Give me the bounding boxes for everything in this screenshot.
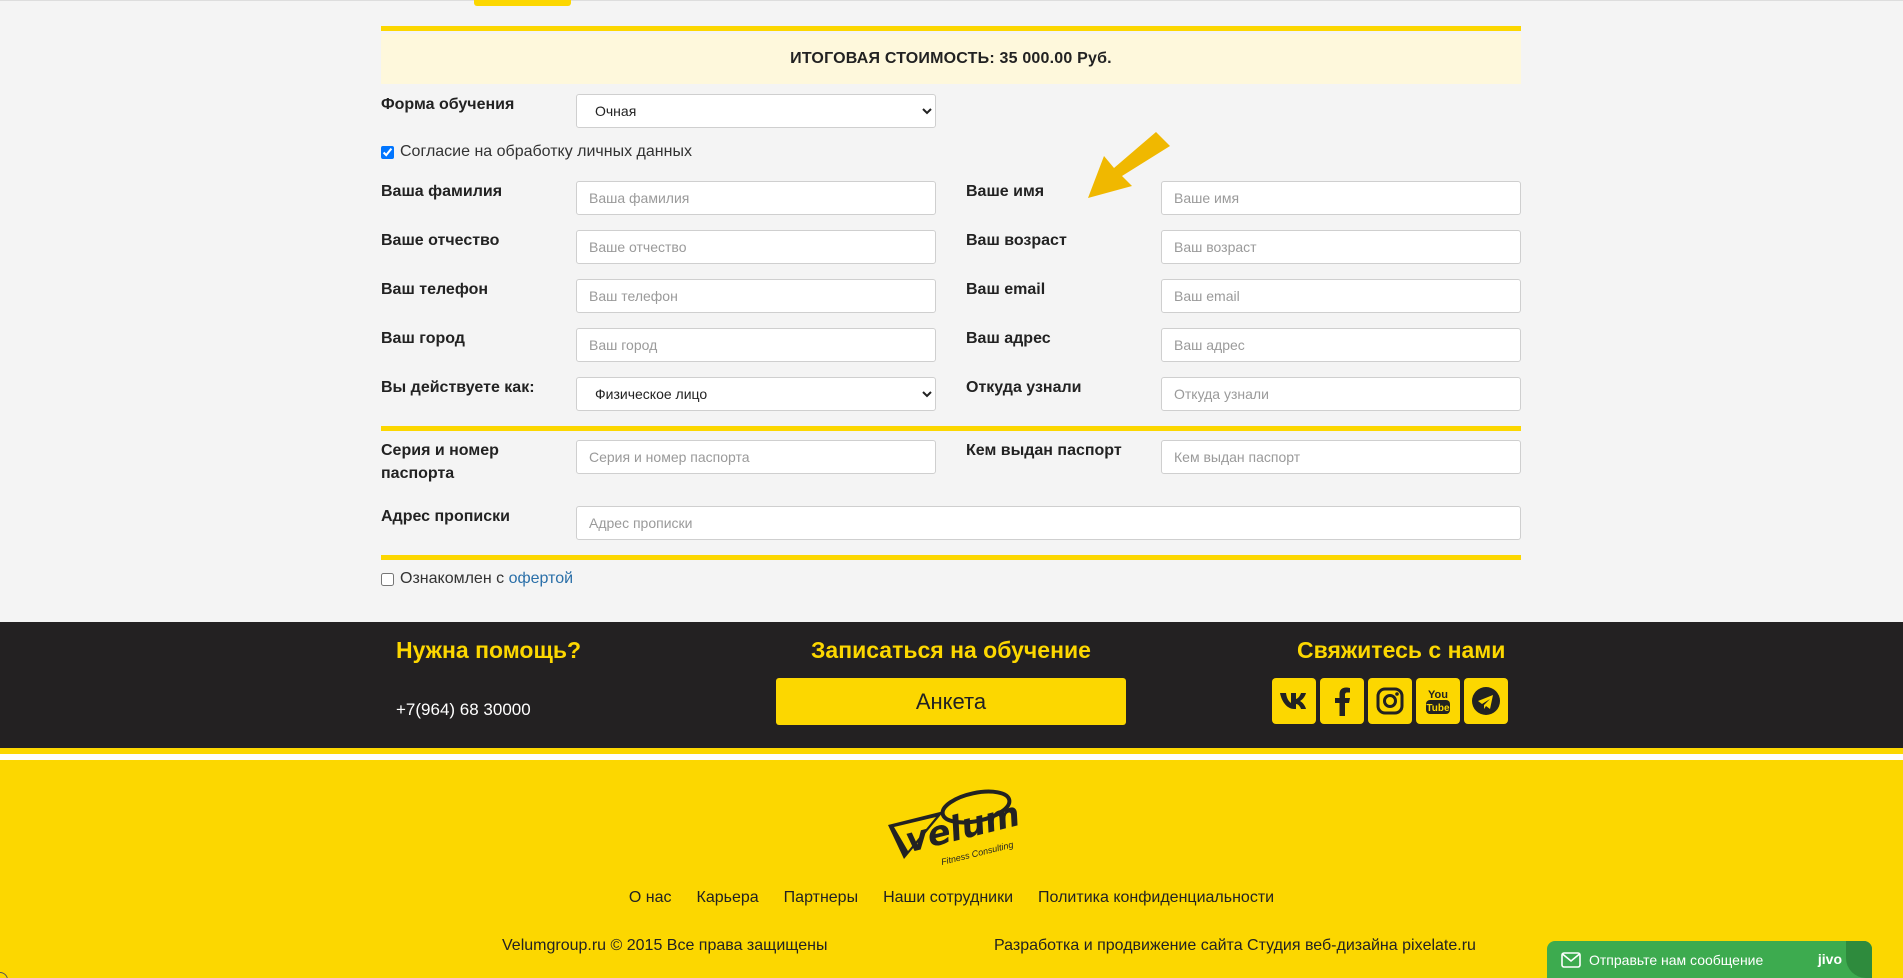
arrow-annotation-icon xyxy=(1088,132,1170,198)
footer-link-privacy[interactable]: Политика конфиденциальности xyxy=(1038,889,1274,907)
study-form-label: Форма обучения xyxy=(381,96,515,113)
name-input[interactable] xyxy=(1161,181,1521,215)
consent-checkbox[interactable] xyxy=(381,145,394,159)
help-phone[interactable]: +7(964) 68 30000 xyxy=(396,700,531,720)
help-title: Нужна помощь? xyxy=(396,637,582,663)
svg-text:Tube: Tube xyxy=(1426,703,1450,714)
source-input[interactable] xyxy=(1161,377,1521,411)
order-form: ИТОГОВАЯ СТОИМОСТЬ: 35 000.00 Руб. xyxy=(381,26,1521,84)
consent-checkbox-row[interactable]: Согласие на обработку личных данных xyxy=(381,143,692,161)
contact-title: Свяжитесь с нами xyxy=(1297,637,1506,663)
phone-input[interactable] xyxy=(576,279,936,313)
age-label: Ваш возраст xyxy=(966,232,1067,249)
passport-issuer-label: Кем выдан паспорт xyxy=(966,442,1122,459)
name-label: Ваше имя xyxy=(966,183,1045,200)
offer-prefix: Ознакомлен с xyxy=(400,570,509,587)
city-label: Ваш город xyxy=(381,330,465,347)
chat-label: Отправьте нам сообщение xyxy=(1589,951,1764,968)
email-label: Ваш email xyxy=(966,281,1046,298)
vk-icon[interactable] xyxy=(1272,678,1316,724)
consent-label: Согласие на обработку личных данных xyxy=(400,143,692,160)
city-input[interactable] xyxy=(576,328,936,362)
facebook-icon[interactable] xyxy=(1320,678,1364,724)
passport-number-label: Серия и номер паспорта xyxy=(381,442,499,482)
active-tab-indicator xyxy=(474,0,571,6)
study-form-select[interactable]: Очная xyxy=(576,94,936,128)
social-links: You Tube xyxy=(1272,678,1508,724)
chat-brand: jivo xyxy=(1817,951,1842,967)
age-input[interactable] xyxy=(1161,230,1521,264)
source-label: Откуда узнали xyxy=(966,379,1082,396)
patronymic-input[interactable] xyxy=(576,230,936,264)
signup-title: Записаться на обучение xyxy=(811,637,1091,663)
passport-number-input[interactable] xyxy=(576,440,936,474)
footer-nav: О нас Карьера Партнеры Наши сотрудники П… xyxy=(0,889,1903,907)
form-divider-middle xyxy=(381,426,1521,431)
passport-issuer-input[interactable] xyxy=(1161,440,1521,474)
offer-link[interactable]: офертой xyxy=(509,570,574,588)
phone-label: Ваш телефон xyxy=(381,281,489,298)
instagram-icon[interactable] xyxy=(1368,678,1412,724)
form-divider-bottom xyxy=(381,555,1521,560)
anketa-button[interactable]: Анкета xyxy=(776,678,1126,725)
offer-checkbox-row[interactable]: Ознакомлен с офертой xyxy=(381,570,573,588)
registration-label: Адрес прописки xyxy=(381,508,510,525)
mail-icon xyxy=(1561,951,1581,968)
email-input[interactable] xyxy=(1161,279,1521,313)
velum-logo[interactable]: velum Fitness Consulting xyxy=(884,785,1024,870)
svg-text:You: You xyxy=(1428,689,1448,701)
footer-link-partners[interactable]: Партнеры xyxy=(784,889,858,907)
total-price: ИТОГОВАЯ СТОИМОСТЬ: 35 000.00 Руб. xyxy=(381,34,1521,84)
footer-link-career[interactable]: Карьера xyxy=(697,889,759,907)
top-divider xyxy=(0,0,1903,1)
surname-input[interactable] xyxy=(576,181,936,215)
surname-label: Ваша фамилия xyxy=(381,183,503,200)
form-divider-top xyxy=(381,26,1521,31)
patronymic-label: Ваше отчество xyxy=(381,232,500,249)
address-label: Ваш адрес xyxy=(966,330,1051,347)
acting-as-label: Вы действуете как: xyxy=(381,379,535,396)
address-input[interactable] xyxy=(1161,328,1521,362)
footer-link-staff[interactable]: Наши сотрудники xyxy=(883,889,1013,907)
chat-widget[interactable]: Отправьте нам сообщение jivo xyxy=(1547,941,1872,978)
youtube-icon[interactable]: You Tube xyxy=(1416,678,1460,724)
offer-checkbox[interactable] xyxy=(381,572,394,586)
telegram-icon[interactable] xyxy=(1464,678,1508,724)
copyright: Velumgroup.ru © 2015 Все права защищены xyxy=(502,937,828,954)
footer-contact-band: Нужна помощь? +7(964) 68 30000 Записатьс… xyxy=(0,622,1903,748)
chat-corner xyxy=(1846,941,1872,978)
acting-as-select[interactable]: Физическое лицо xyxy=(576,377,936,411)
footer-link-about[interactable]: О нас xyxy=(629,889,672,907)
developer-credit[interactable]: Разработка и продвижение сайта Студия ве… xyxy=(994,937,1476,955)
registration-input[interactable] xyxy=(576,506,1521,540)
